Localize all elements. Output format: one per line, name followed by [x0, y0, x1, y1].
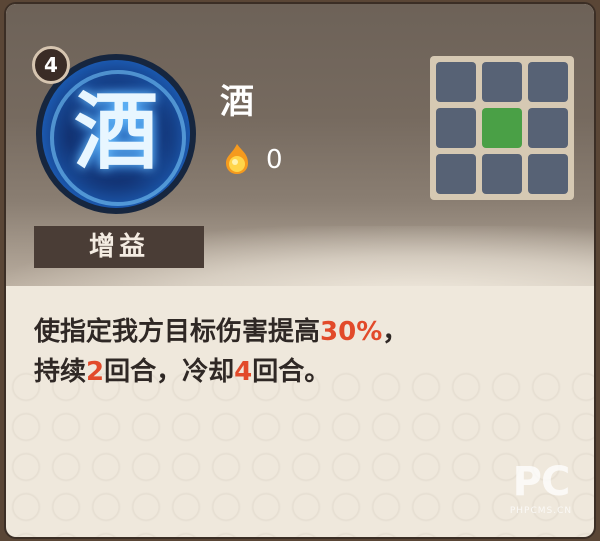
range-cell: [528, 62, 568, 102]
range-cell: [436, 62, 476, 102]
skill-type-tag: 增益: [34, 226, 204, 268]
cooldown-value: 4: [234, 357, 253, 387]
skill-level-badge: 4: [32, 46, 70, 84]
attack-range-grid: [430, 56, 574, 200]
skill-cost-value: 0: [266, 145, 283, 175]
range-cell: [436, 108, 476, 148]
range-cell: [528, 108, 568, 148]
duration-value: 2: [86, 357, 105, 387]
range-cell: [482, 62, 522, 102]
skill-card: 4 酒 酒 0 增益 使指定我方目标伤害提高30%， 持续2回合，冷却4回合。 …: [6, 4, 594, 537]
description-line-2: 持续2回合，冷却4回合。: [34, 352, 574, 392]
watermark-logo: PC: [512, 459, 571, 505]
range-cell: [436, 154, 476, 194]
description-text: 回合。: [252, 357, 331, 387]
fire-orb-icon: [226, 144, 248, 174]
range-cell: [528, 154, 568, 194]
skill-description: 使指定我方目标伤害提高30%， 持续2回合，冷却4回合。: [34, 312, 574, 392]
range-cell-target: [482, 108, 522, 148]
range-cell: [482, 154, 522, 194]
skill-name: 酒: [220, 82, 254, 122]
skill-icon-glyph: 酒: [73, 82, 158, 181]
description-text: 持续: [34, 357, 87, 387]
watermark: PC PHPCMS.CN: [496, 459, 586, 531]
watermark-site: PHPCMS.CN: [509, 506, 573, 516]
damage-boost-value: 30%: [320, 317, 383, 347]
description-line-1: 使指定我方目标伤害提高30%，: [34, 312, 574, 352]
description-text: 使指定我方目标伤害提高: [34, 317, 321, 347]
description-text: 回合，冷却: [104, 357, 235, 387]
description-text: ，: [382, 317, 409, 347]
